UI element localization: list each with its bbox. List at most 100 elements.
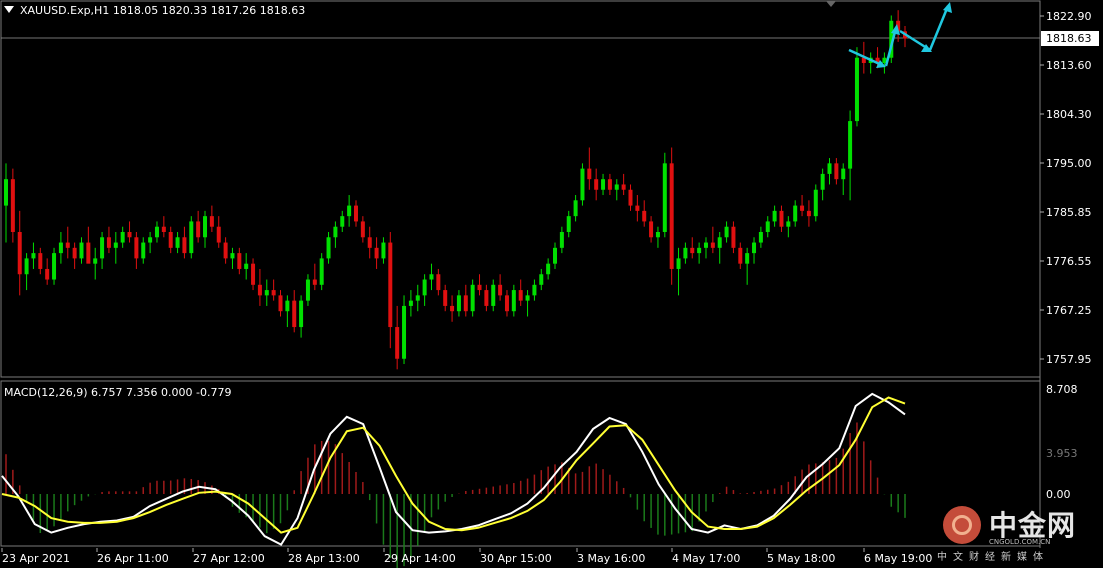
macd-mid-label: 3.953 [1046,447,1078,460]
candle-body [340,216,345,227]
candle-body [786,221,791,227]
candle-body [120,231,125,243]
candle-body [141,242,146,259]
candle-body [683,247,688,259]
candle-body [402,305,407,359]
time-label: 6 May 19:00 [864,552,932,565]
candle-body [395,327,400,359]
candle-body [244,263,249,269]
candle-body [813,189,818,217]
price-label: 1776.55 [1046,255,1092,268]
price-axis: 1822.90 1813.60 1804.30 1795.00 1785.85 … [1040,10,1092,366]
candle-body [450,305,455,312]
candle-body [724,226,729,238]
candle-body [367,237,372,248]
time-label: 27 Apr 12:00 [193,552,265,565]
candle-body [251,263,256,285]
candle-body [237,253,242,269]
candle-body [601,179,606,190]
candle-body [752,242,757,254]
candle-body [607,179,612,190]
candle-body [278,295,283,312]
candle-body [532,284,537,296]
shift-marker[interactable] [826,1,836,7]
candle-body [86,242,91,264]
candle-body [614,184,619,190]
candle-body [374,247,379,259]
candle-body [154,226,159,238]
candle-body [333,226,338,238]
candle-body [498,284,503,296]
candle-body [196,221,201,238]
candle-body [65,242,70,248]
candle-body [134,237,139,259]
candle-body [360,221,365,238]
candle-body [10,179,15,232]
candle-body [553,247,558,264]
candle-body [559,231,564,248]
watermark-logo: 中金网 CNGOLD.COM.CN 中文财经新媒体 [937,500,1097,563]
candle-body [271,290,276,296]
macd-panel-frame [0,380,1041,547]
candle-body [148,237,153,243]
candle-body [820,173,825,190]
candle-body [38,253,43,269]
price-label: 1822.90 [1046,10,1092,23]
candle-body [264,290,269,296]
candle-body [573,200,578,217]
candle-body [189,221,194,254]
candle-body [758,231,763,243]
candle-body [800,205,805,211]
price-label: 1795.00 [1046,157,1092,170]
candle-body [841,168,846,180]
candle-body [381,242,386,259]
candle-body [58,242,63,254]
candle-body [45,268,50,280]
time-label: 4 May 17:00 [672,552,740,565]
candle-body [580,168,585,201]
chart-area[interactable]: 1822.90 1813.60 1804.30 1795.00 1785.85 … [0,0,1103,568]
candle-body [690,247,695,254]
candle-body [710,242,715,248]
candle-body [779,210,784,227]
time-label: 5 May 18:00 [767,552,835,565]
candle-body [806,210,811,217]
tick-marks [1040,15,1044,360]
candle-body [319,258,324,285]
candle-body [230,253,235,259]
candle-body [72,247,77,259]
candle-body [209,216,214,227]
candlestick-series [4,10,907,370]
candle-body [793,205,798,222]
time-label: 28 Apr 13:00 [288,552,360,565]
candle-body [347,205,352,217]
candle-body [703,242,708,248]
macd-main-line [1,392,906,546]
candle-body [621,184,626,190]
candle-body [182,237,187,254]
candle-body [525,295,530,301]
candle-body [676,258,681,269]
candle-body [642,210,647,222]
candle-body [127,231,132,238]
candle-body [299,300,304,328]
candle-body [745,253,750,264]
candle-body [24,258,29,275]
candle-body [717,237,722,248]
candle-body [17,231,22,275]
candle-body [518,290,523,301]
candle-body [539,274,544,285]
candle-body [285,300,290,312]
forecast-arrows [848,2,952,68]
candle-body [772,210,777,222]
candle-body [175,237,180,248]
time-label: 29 Apr 14:00 [384,552,456,565]
candle-body [408,300,413,306]
candle-body [436,274,441,291]
chart-menu-icon[interactable] [4,6,14,13]
macd-signal-line [1,396,906,534]
time-label: 3 May 16:00 [577,552,645,565]
candle-body [765,221,770,232]
candle-body [113,242,118,248]
candle-body [429,274,434,280]
